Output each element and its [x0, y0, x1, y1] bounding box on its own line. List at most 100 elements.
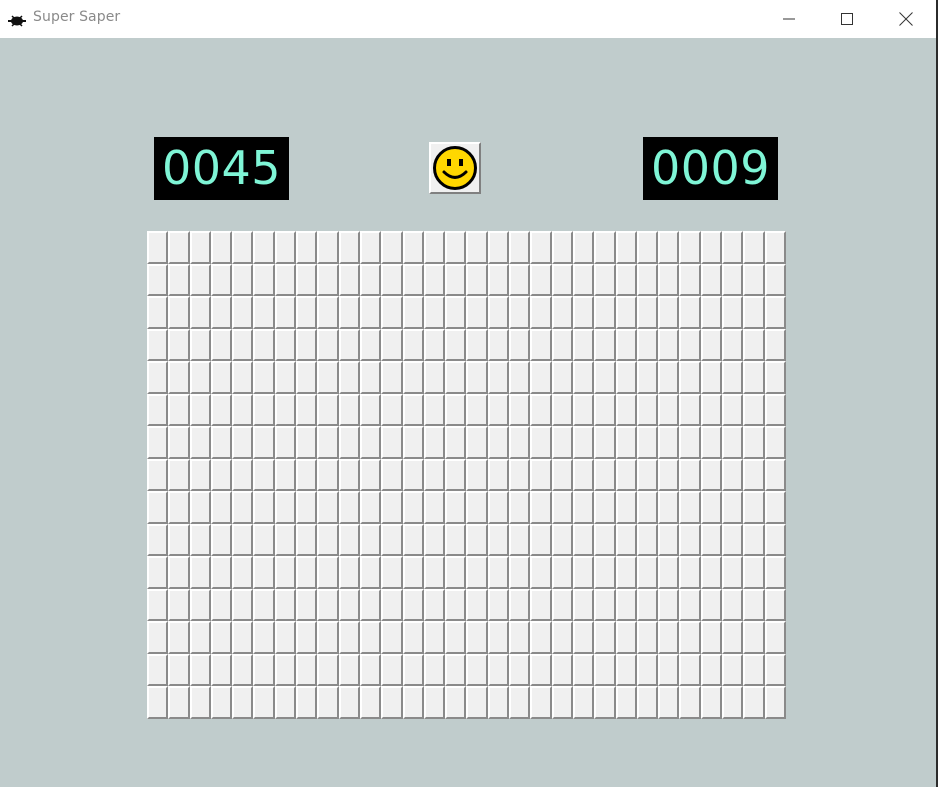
- mine-cell[interactable]: [381, 263, 403, 297]
- mine-cell[interactable]: [615, 588, 637, 622]
- mine-cell[interactable]: [147, 621, 169, 654]
- mine-cell[interactable]: [700, 231, 723, 264]
- mine-cell[interactable]: [636, 686, 659, 719]
- mine-cell[interactable]: [679, 621, 701, 654]
- mine-cell[interactable]: [551, 393, 573, 427]
- mine-cell[interactable]: [381, 491, 403, 524]
- mine-cell[interactable]: [338, 296, 360, 329]
- mine-cell[interactable]: [338, 458, 360, 492]
- mine-cell[interactable]: [210, 426, 233, 459]
- mine-cell[interactable]: [445, 621, 467, 654]
- mine-cell[interactable]: [274, 653, 297, 687]
- mine-cell[interactable]: [402, 523, 424, 557]
- mine-cell[interactable]: [402, 491, 424, 524]
- mine-cell[interactable]: [551, 231, 573, 264]
- mine-cell[interactable]: [338, 361, 360, 394]
- mine-cell[interactable]: [658, 491, 680, 524]
- mine-cell[interactable]: [338, 231, 360, 264]
- mine-cell[interactable]: [679, 523, 701, 557]
- mine-cell[interactable]: [487, 523, 510, 557]
- mine-cell[interactable]: [210, 458, 233, 492]
- mine-cell[interactable]: [359, 588, 382, 622]
- mine-cell[interactable]: [764, 523, 786, 557]
- mine-cell[interactable]: [402, 686, 424, 719]
- mine-cell[interactable]: [168, 621, 190, 654]
- mine-cell[interactable]: [445, 263, 467, 297]
- mine-cell[interactable]: [253, 263, 275, 297]
- mine-cell[interactable]: [764, 621, 786, 654]
- mine-cell[interactable]: [594, 621, 616, 654]
- mine-cell[interactable]: [189, 556, 211, 589]
- mine-cell[interactable]: [359, 361, 382, 394]
- mine-cell[interactable]: [274, 426, 297, 459]
- mine-cell[interactable]: [466, 296, 488, 329]
- mine-cell[interactable]: [359, 231, 382, 264]
- mine-cell[interactable]: [189, 653, 211, 687]
- mine-cell[interactable]: [722, 523, 744, 557]
- mine-cell[interactable]: [210, 263, 233, 297]
- mine-cell[interactable]: [658, 653, 680, 687]
- mine-cell[interactable]: [679, 231, 701, 264]
- mine-cell[interactable]: [658, 458, 680, 492]
- mine-cell[interactable]: [594, 328, 616, 362]
- mine-cell[interactable]: [359, 426, 382, 459]
- mine-cell[interactable]: [594, 361, 616, 394]
- mine-cell[interactable]: [253, 426, 275, 459]
- mine-cell[interactable]: [551, 556, 573, 589]
- mine-cell[interactable]: [743, 491, 765, 524]
- mine-cell[interactable]: [147, 686, 169, 719]
- mine-cell[interactable]: [359, 393, 382, 427]
- mine-cell[interactable]: [232, 296, 254, 329]
- mine-cell[interactable]: [658, 361, 680, 394]
- mine-cell[interactable]: [743, 523, 765, 557]
- mine-cell[interactable]: [253, 491, 275, 524]
- mine-cell[interactable]: [296, 588, 318, 622]
- title-bar[interactable]: Super Saper: [0, 0, 936, 38]
- mine-cell[interactable]: [594, 263, 616, 297]
- mine-cell[interactable]: [317, 426, 339, 459]
- mine-cell[interactable]: [423, 263, 446, 297]
- mine-cell[interactable]: [296, 263, 318, 297]
- mine-cell[interactable]: [359, 556, 382, 589]
- mine-cell[interactable]: [317, 686, 339, 719]
- mine-cell[interactable]: [317, 263, 339, 297]
- mine-cell[interactable]: [636, 393, 659, 427]
- mine-cell[interactable]: [636, 328, 659, 362]
- mine-cell[interactable]: [274, 588, 297, 622]
- mine-cell[interactable]: [658, 393, 680, 427]
- mine-cell[interactable]: [253, 686, 275, 719]
- mine-cell[interactable]: [338, 426, 360, 459]
- mine-cell[interactable]: [487, 296, 510, 329]
- mine-cell[interactable]: [466, 523, 488, 557]
- mine-cell[interactable]: [232, 231, 254, 264]
- mine-cell[interactable]: [189, 328, 211, 362]
- mine-cell[interactable]: [359, 653, 382, 687]
- mine-cell[interactable]: [530, 491, 552, 524]
- mine-cell[interactable]: [381, 328, 403, 362]
- mine-cell[interactable]: [722, 556, 744, 589]
- mine-cell[interactable]: [530, 263, 552, 297]
- mine-cell[interactable]: [338, 523, 360, 557]
- mine-cell[interactable]: [338, 653, 360, 687]
- mine-cell[interactable]: [274, 556, 297, 589]
- mine-cell[interactable]: [445, 556, 467, 589]
- mine-cell[interactable]: [572, 231, 595, 264]
- mine-cell[interactable]: [700, 653, 723, 687]
- mine-cell[interactable]: [168, 426, 190, 459]
- mine-cell[interactable]: [700, 458, 723, 492]
- mine-cell[interactable]: [381, 556, 403, 589]
- mine-cell[interactable]: [402, 263, 424, 297]
- mine-cell[interactable]: [530, 556, 552, 589]
- mine-cell[interactable]: [296, 556, 318, 589]
- mine-cell[interactable]: [509, 588, 531, 622]
- mine-cell[interactable]: [509, 458, 531, 492]
- mine-cell[interactable]: [530, 393, 552, 427]
- mine-cell[interactable]: [381, 588, 403, 622]
- mine-cell[interactable]: [338, 621, 360, 654]
- mine-cell[interactable]: [253, 296, 275, 329]
- mine-cell[interactable]: [679, 361, 701, 394]
- mine-cell[interactable]: [423, 361, 446, 394]
- mine-cell[interactable]: [722, 426, 744, 459]
- mine-cell[interactable]: [359, 458, 382, 492]
- mine-cell[interactable]: [168, 458, 190, 492]
